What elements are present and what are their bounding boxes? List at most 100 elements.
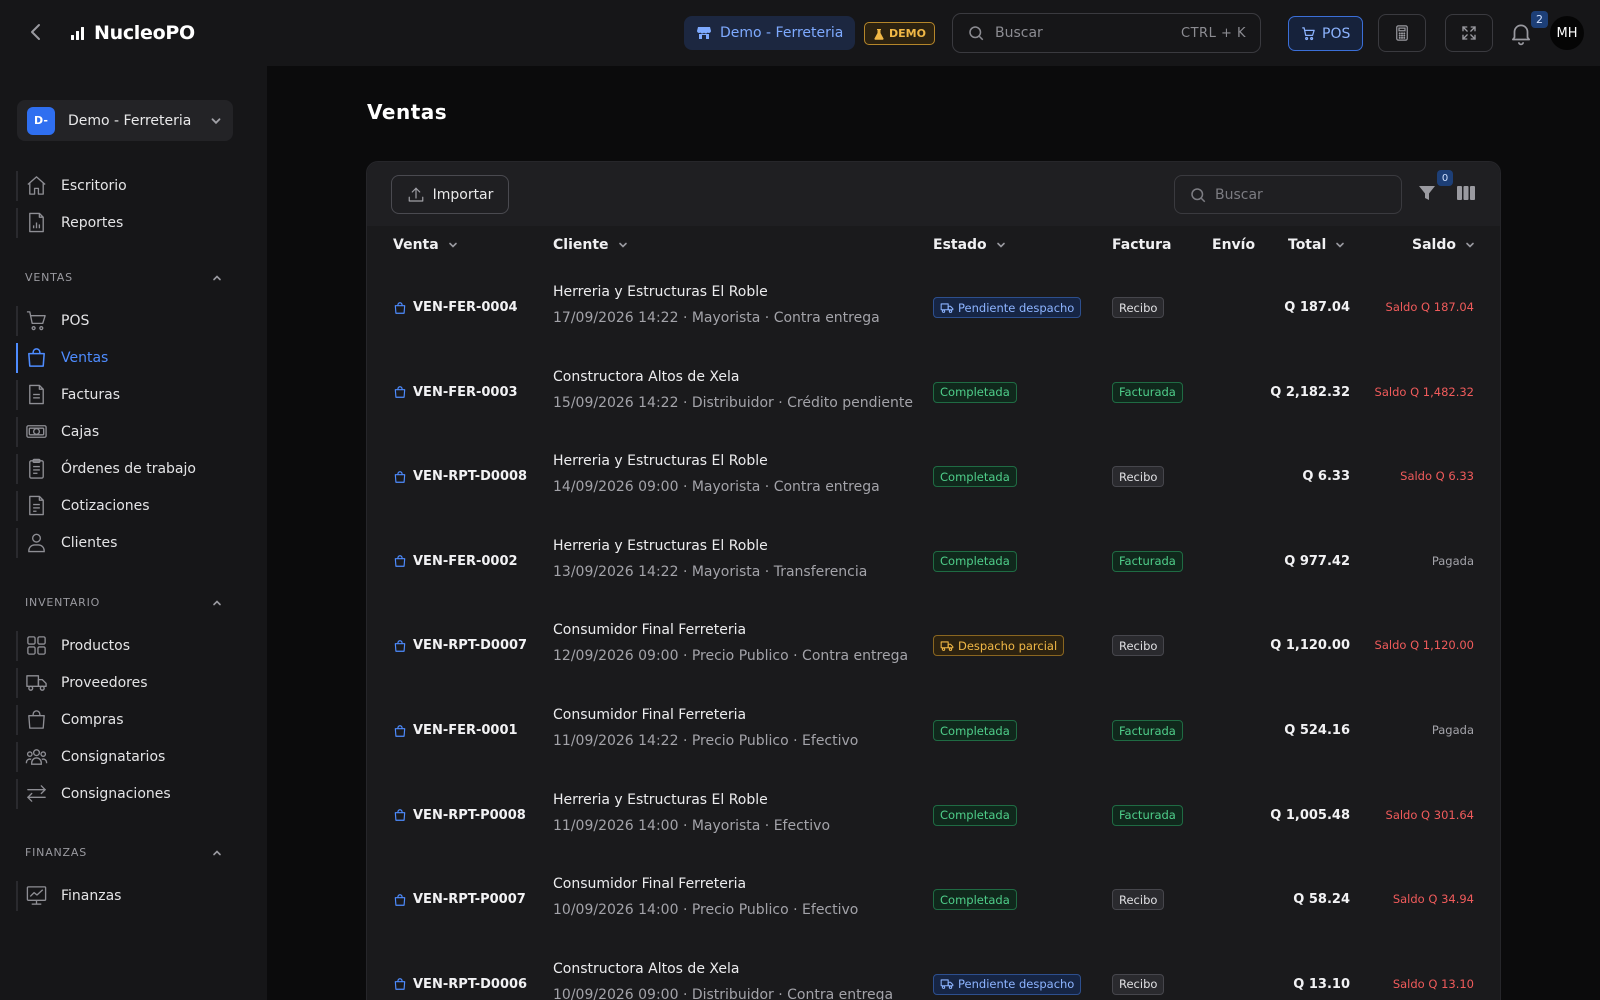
client-name: Constructora Altos de Xela (553, 960, 740, 977)
sidebar-item-pos[interactable]: POS (16, 304, 236, 338)
total-amount: Q 1,005.48 (1270, 807, 1350, 823)
chevron-down-icon (1466, 242, 1474, 248)
sale-id[interactable]: VEN-RPT-P0007 (393, 892, 526, 907)
calculator-button[interactable] (1378, 14, 1426, 52)
signal-bars-icon (71, 27, 84, 40)
table-row[interactable]: VEN-RPT-D0008 Herreria y Estructuras El R… (367, 435, 1500, 520)
fullscreen-button[interactable] (1445, 14, 1493, 52)
sidebar-item-consignaciones[interactable]: Consignaciones (16, 777, 236, 811)
sidebar-item-cotizaciones[interactable]: Cotizaciones (16, 489, 236, 523)
avatar[interactable]: MH (1550, 16, 1584, 50)
column-header-label: Envío (1212, 237, 1256, 253)
table-row[interactable]: VEN-FER-0003 Constructora Altos de Xela 15… (367, 351, 1500, 436)
client-name: Constructora Altos de Xela (553, 368, 740, 385)
search-placeholder: Buscar (995, 25, 1043, 41)
sidebar-item-ordenes-de-trabajo[interactable]: Órdenes de trabajo (16, 452, 236, 486)
invoice-badge: Facturada (1112, 550, 1183, 572)
section-header-ventas[interactable]: VENTAS (25, 271, 223, 284)
pos-label: POS (1322, 25, 1351, 42)
status-text: Completada (940, 554, 1010, 569)
sale-id[interactable]: VEN-FER-0001 (393, 723, 518, 738)
sale-id[interactable]: VEN-RPT-D0007 (393, 638, 527, 653)
balance-amount: Saldo Q 187.04 (1385, 300, 1474, 314)
sale-id-text: VEN-FER-0004 (413, 300, 518, 315)
import-button[interactable]: Importar (391, 175, 509, 214)
sidebar-item-clientes[interactable]: Clientes (16, 526, 236, 560)
column-header-factura: Factura (1112, 237, 1172, 253)
status-badge: Pendiente despacho (933, 973, 1082, 995)
sidebar-item-facturas[interactable]: Facturas (16, 378, 236, 412)
sidebar-item-cajas[interactable]: Cajas (16, 415, 236, 449)
column-header-saldo[interactable]: Saldo (1412, 237, 1476, 253)
table-row[interactable]: VEN-RPT-D0007 Consumidor Final Ferreteria… (367, 604, 1500, 689)
table-row[interactable]: VEN-FER-0004 Herreria y Estructuras El Ro… (367, 266, 1500, 351)
notification-count: 2 (1531, 11, 1548, 28)
table-row[interactable]: VEN-RPT-P0007 Consumidor Final Ferreteria… (367, 858, 1500, 943)
section-header-finanzas[interactable]: FINANZAS (25, 846, 223, 859)
sidebar-item-label: Reportes (61, 215, 124, 231)
global-search[interactable]: Buscar CTRL + K (952, 13, 1261, 53)
sidebar-item-productos[interactable]: Productos (16, 629, 236, 663)
company-selector[interactable]: D- Demo - Ferreteria (17, 100, 233, 141)
sidebar-item-consignatarios[interactable]: Consignatarios (16, 740, 236, 774)
sidebar-item-escritorio[interactable]: Escritorio (16, 169, 236, 203)
section-header-inventario[interactable]: INVENTARIO (25, 596, 223, 609)
bag-icon (394, 301, 406, 314)
status-badge: Completada (933, 550, 1017, 572)
status-badge: Completada (933, 804, 1017, 826)
sale-id[interactable]: VEN-FER-0004 (393, 300, 518, 315)
table-row[interactable]: VEN-RPT-D0006 Constructora Altos de Xela 1… (367, 943, 1500, 1000)
quote-icon (29, 495, 44, 516)
sidebar-item-label: Consignatarios (61, 749, 166, 765)
nav-indicator (16, 742, 18, 772)
upload-icon (408, 187, 423, 202)
sidebar-item-finanzas[interactable]: Finanzas (16, 879, 236, 913)
client-name: Consumidor Final Ferreteria (553, 876, 747, 893)
sidebar-item-proveedores[interactable]: Proveedores (16, 666, 236, 700)
table-row[interactable]: VEN-FER-0002 Herreria y Estructuras El Ro… (367, 520, 1500, 605)
bag-icon (394, 386, 406, 398)
sale-meta: 10/09/2026 14:00 · Precio Publico · Efec… (553, 902, 859, 919)
brand-logo[interactable]: NucleoPOS (70, 19, 196, 47)
client-name: Herreria y Estructuras El Roble (553, 537, 768, 554)
client-name: Consumidor Final Ferreteria (553, 622, 747, 639)
store-selector[interactable]: Demo - Ferreteria (684, 16, 856, 50)
sale-id[interactable]: VEN-RPT-D0008 (393, 469, 527, 484)
table-row[interactable]: VEN-FER-0001 Consumidor Final Ferreteria 1… (367, 689, 1500, 774)
sidebar-item-label: Proveedores (61, 675, 148, 691)
filter-icon[interactable] (1417, 183, 1437, 203)
column-header-label: Saldo (1412, 237, 1456, 253)
sidebar-item-reportes[interactable]: Reportes (16, 206, 236, 240)
sale-id[interactable]: VEN-RPT-D0006 (393, 977, 527, 992)
status-text: Despacho parcial (958, 638, 1058, 653)
back-arrow-icon[interactable] (24, 20, 48, 44)
nav-indicator (16, 881, 18, 911)
column-header-label: Factura (1112, 237, 1172, 253)
column-header-cliente[interactable]: Cliente (553, 237, 629, 253)
company-name: Demo - Ferreteria (68, 112, 192, 129)
total-amount: Q 13.10 (1293, 976, 1350, 992)
sale-id[interactable]: VEN-FER-0002 (393, 554, 518, 569)
sale-id[interactable]: VEN-RPT-P0008 (393, 808, 526, 823)
sidebar-item-label: Facturas (61, 387, 121, 403)
sidebar-item-label: Cotizaciones (61, 498, 150, 514)
search-shortcut: CTRL + K (1181, 25, 1246, 41)
nav-indicator (16, 171, 18, 201)
column-header-total[interactable]: Total (1288, 237, 1346, 253)
column-header-label: Cliente (553, 237, 609, 253)
table-row[interactable]: VEN-RPT-P0008 Herreria y Estructuras El R… (367, 774, 1500, 859)
sale-id[interactable]: VEN-FER-0003 (393, 385, 518, 400)
status-badge: Completada (933, 466, 1017, 488)
columns-icon[interactable] (1456, 183, 1476, 203)
table-search-input[interactable]: Buscar (1174, 175, 1402, 214)
column-header-envio: Envío (1212, 237, 1255, 253)
client-cell: Herreria y Estructuras El Roble 14/09/202… (553, 453, 880, 495)
section-title: FINANZAS (25, 846, 87, 859)
column-header-estado[interactable]: Estado (933, 237, 1007, 253)
pos-button[interactable]: POS (1288, 16, 1364, 51)
column-header-venta[interactable]: Venta (393, 237, 459, 253)
sidebar-item-ventas[interactable]: Ventas (16, 341, 236, 375)
cart-icon (26, 311, 46, 331)
sidebar-item-compras[interactable]: Compras (16, 703, 236, 737)
status-text: Completada (940, 385, 1010, 400)
